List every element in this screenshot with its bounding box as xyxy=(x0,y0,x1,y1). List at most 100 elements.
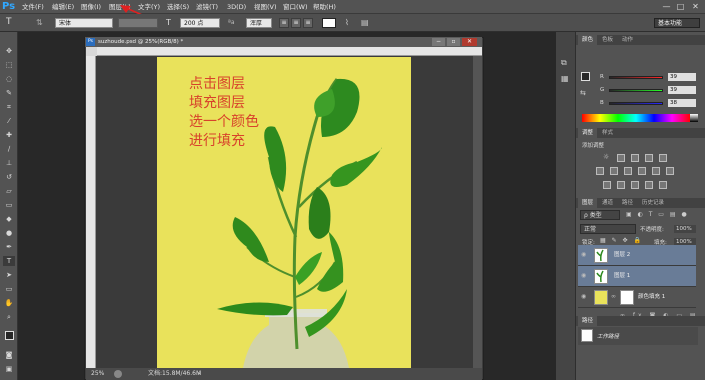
gradient-tool-icon[interactable]: ▭ xyxy=(3,200,15,210)
eye-icon[interactable]: ◉ xyxy=(581,251,589,259)
quick-select-tool-icon[interactable]: ✎ xyxy=(3,88,15,98)
antialias-select[interactable]: 浑厚 xyxy=(246,18,272,28)
hue-saturation-icon[interactable] xyxy=(596,167,604,175)
photo-filter-icon[interactable] xyxy=(638,167,646,175)
layer-name[interactable]: 图层 2 xyxy=(614,251,630,259)
eraser-tool-icon[interactable]: ▱ xyxy=(3,186,15,196)
threshold-icon[interactable] xyxy=(631,181,639,189)
menu-help[interactable]: 帮助(H) xyxy=(313,0,336,14)
font-family-select[interactable]: 宋体 xyxy=(55,18,113,28)
properties-panel-icon[interactable]: ▦ xyxy=(561,74,571,84)
black-white-ramp[interactable] xyxy=(690,114,698,122)
menu-edit[interactable]: 编辑(E) xyxy=(52,0,74,14)
exposure-icon[interactable] xyxy=(645,154,653,162)
value-r[interactable]: 39 xyxy=(668,73,696,81)
color-foreground-swatch[interactable] xyxy=(581,72,590,81)
layer-row[interactable]: ◉ 图层 2 xyxy=(578,245,696,266)
zoom-tool-icon[interactable]: ⌕ xyxy=(3,312,15,322)
canvas[interactable]: 点击图层 填充图层 选一个颜色 进行填充 xyxy=(157,57,411,368)
doc-restore-icon[interactable]: ▫ xyxy=(447,38,460,46)
ruler-origin[interactable] xyxy=(86,47,97,56)
levels-icon[interactable] xyxy=(617,154,625,162)
tab-actions[interactable]: 动作 xyxy=(618,35,637,45)
color-lookup-icon[interactable] xyxy=(666,167,674,175)
align-right-icon[interactable]: ≡ xyxy=(303,18,313,28)
value-g[interactable]: 39 xyxy=(668,86,696,94)
horizontal-ruler[interactable] xyxy=(97,47,482,56)
color-balance-icon[interactable] xyxy=(610,167,618,175)
tab-layers[interactable]: 图层 xyxy=(578,198,598,208)
opacity-value[interactable]: 100% xyxy=(674,225,696,233)
menu-view[interactable]: 视图(V) xyxy=(254,0,277,14)
vertical-scrollbar[interactable] xyxy=(473,56,482,368)
menu-filter[interactable]: 滤镜(T) xyxy=(196,0,218,14)
lasso-tool-icon[interactable]: ◌ xyxy=(3,74,15,84)
invert-icon[interactable] xyxy=(603,181,611,189)
vibrance-icon[interactable] xyxy=(659,154,667,162)
layer-name[interactable]: 颜色填充 1 xyxy=(638,293,665,301)
history-panel-icon[interactable]: ⧉ xyxy=(561,58,571,68)
layer-row[interactable]: ◉ ∞ 颜色填充 1 xyxy=(578,287,696,308)
menu-window[interactable]: 窗口(W) xyxy=(283,0,308,14)
gradient-map-icon[interactable] xyxy=(659,181,667,189)
layer-row[interactable]: ◉ 图层 1 xyxy=(578,266,696,287)
selective-color-icon[interactable] xyxy=(645,181,653,189)
status-arrow-icon[interactable]: ▸ xyxy=(198,368,201,380)
move-tool-icon[interactable]: ✥ xyxy=(3,46,15,56)
maximize-icon[interactable]: □ xyxy=(675,1,686,12)
slider-r[interactable] xyxy=(609,76,663,79)
tab-color[interactable]: 颜色 xyxy=(578,35,598,45)
healing-tool-icon[interactable]: ✚ xyxy=(3,130,15,140)
color-spectrum-bar[interactable] xyxy=(582,114,690,122)
slider-g[interactable] xyxy=(609,89,663,92)
menu-3d[interactable]: 3D(D) xyxy=(227,0,246,14)
blur-tool-icon[interactable]: ◆ xyxy=(3,214,15,224)
slider-b[interactable] xyxy=(609,102,663,105)
crop-tool-icon[interactable]: ⌗ xyxy=(3,102,15,112)
tab-paths[interactable]: 路径 xyxy=(618,198,637,208)
tab-swatches[interactable]: 色板 xyxy=(598,35,617,45)
type-tool-icon[interactable]: T xyxy=(6,17,20,28)
marquee-tool-icon[interactable]: ⬚ xyxy=(3,60,15,70)
tab-styles[interactable]: 样式 xyxy=(598,128,617,138)
orientation-icon[interactable]: ⇅ xyxy=(36,17,46,28)
layer-filter-select[interactable]: ρ 类型 xyxy=(580,210,620,220)
path-row[interactable]: 工作路径 xyxy=(578,327,698,345)
vertical-ruler[interactable] xyxy=(86,56,96,368)
zoom-level[interactable]: 25% xyxy=(91,368,104,380)
doc-close-icon[interactable]: ✕ xyxy=(462,38,477,46)
foreground-color-swatch[interactable] xyxy=(5,331,14,340)
history-brush-tool-icon[interactable]: ↺ xyxy=(3,172,15,182)
tab-adjustments[interactable]: 调整 xyxy=(578,128,598,138)
swap-colors-icon[interactable]: ⇆ xyxy=(580,89,590,97)
path-select-tool-icon[interactable]: ➤ xyxy=(3,270,15,280)
menu-image[interactable]: 图像(I) xyxy=(81,0,101,14)
layer-name[interactable]: 图层 1 xyxy=(614,272,630,280)
font-size-select[interactable]: 200 点 xyxy=(180,18,220,28)
doc-minimize-icon[interactable]: − xyxy=(432,38,445,46)
text-color-swatch[interactable] xyxy=(322,18,336,28)
minimize-icon[interactable]: — xyxy=(661,1,672,12)
character-panel-icon[interactable]: ▤ xyxy=(361,17,373,28)
eye-icon[interactable]: ◉ xyxy=(581,272,589,280)
blend-mode-select[interactable]: 正常 xyxy=(580,224,636,234)
quick-mask-icon[interactable]: ◙ xyxy=(3,350,15,360)
eye-icon[interactable]: ◉ xyxy=(581,293,589,301)
posterize-icon[interactable] xyxy=(617,181,625,189)
path-name[interactable]: 工作路径 xyxy=(597,332,619,340)
brightness-icon[interactable]: ☼ xyxy=(603,153,609,161)
dodge-tool-icon[interactable]: ● xyxy=(3,228,15,238)
menu-file[interactable]: 文件(F) xyxy=(22,0,44,14)
type-tool-icon[interactable]: T xyxy=(3,256,15,266)
close-icon[interactable]: ✕ xyxy=(690,1,701,12)
status-info-icon[interactable] xyxy=(114,370,122,378)
workspace-select[interactable]: 基本功能 xyxy=(654,18,700,28)
curves-icon[interactable] xyxy=(631,154,639,162)
layer-filter-icons[interactable]: ▣ ◐ T ▭ ▤ ● xyxy=(626,210,698,220)
warp-text-icon[interactable]: ⌇ xyxy=(345,17,357,28)
tab-channels[interactable]: 通道 xyxy=(598,198,617,208)
value-b[interactable]: 38 xyxy=(668,99,696,107)
align-left-icon[interactable]: ≡ xyxy=(279,18,289,28)
channel-mixer-icon[interactable] xyxy=(652,167,660,175)
shape-tool-icon[interactable]: ▭ xyxy=(3,284,15,294)
